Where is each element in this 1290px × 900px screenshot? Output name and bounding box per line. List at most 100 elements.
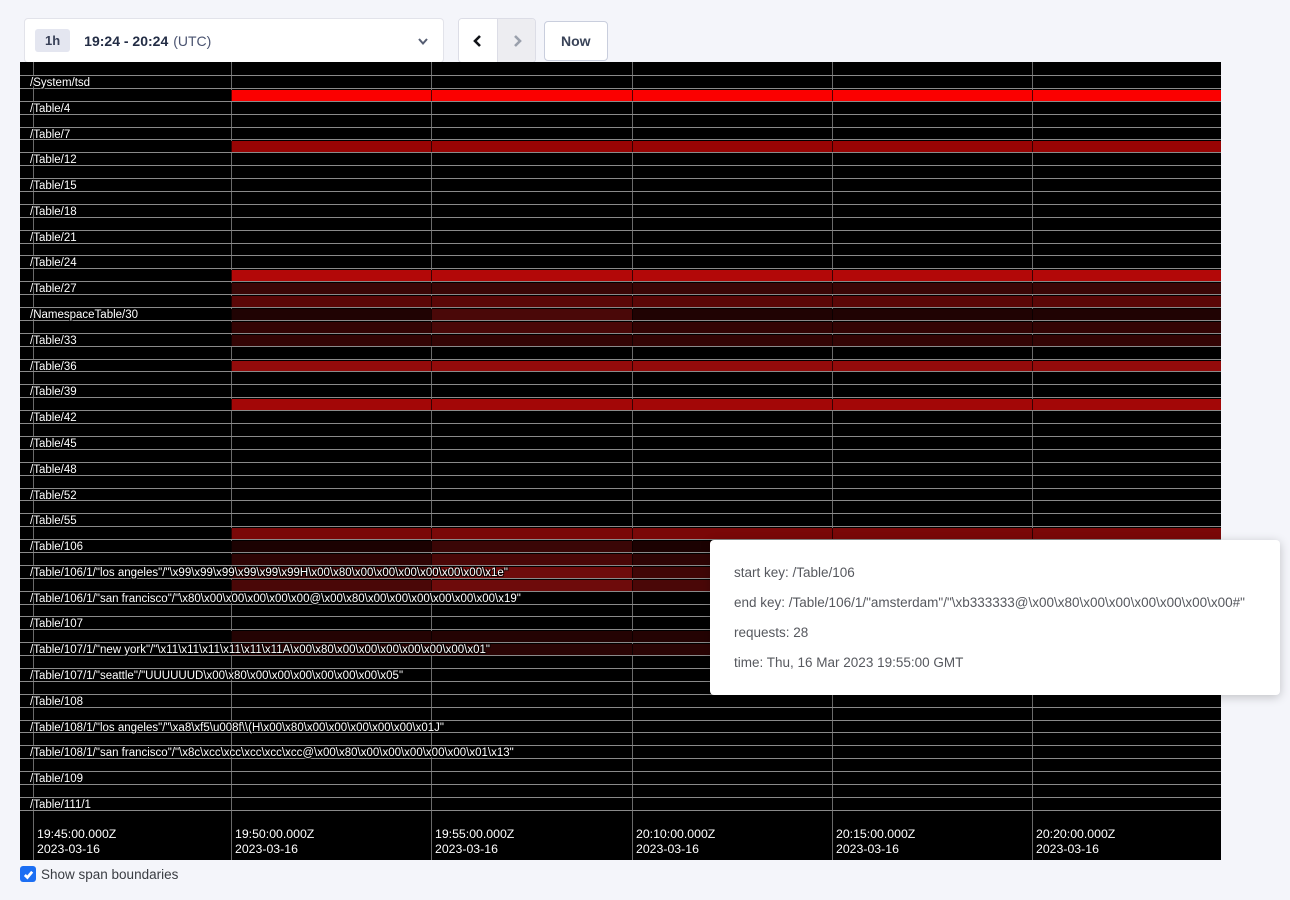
heatmap-band: [1032, 399, 1221, 410]
row-label: /Table/107/1/"new york"/"\x11\x11\x11\x1…: [30, 644, 490, 656]
axis-date: 2023-03-16: [636, 842, 715, 857]
heatmap-row: /Table/33: [20, 333, 1221, 359]
heatmap-subrow: /Table/33: [20, 333, 1221, 346]
heatmap-band: [832, 90, 1032, 101]
row-label: /Table/7: [30, 129, 70, 141]
heatmap-row: /Table/24: [20, 255, 1221, 281]
heatmap-subrow: [20, 475, 1221, 488]
tooltip-time: time: Thu, 16 Mar 2023 19:55:00 GMT: [734, 655, 1256, 670]
heatmap-row: /Table/39: [20, 384, 1221, 410]
heatmap-band: [231, 296, 431, 307]
heatmap-band: [431, 270, 632, 281]
span-boundaries-control: Show span boundaries: [20, 866, 178, 882]
heatmap-row: /Table/45: [20, 436, 1221, 462]
heatmap-band: [832, 335, 1032, 346]
axis-time: 20:15:00.000Z: [836, 827, 915, 842]
heatmap-row: /Table/52: [20, 488, 1221, 514]
heatmap-band: [431, 541, 632, 552]
heatmap-band: [632, 322, 832, 333]
time-range-select[interactable]: 1h 19:24 - 20:24 (UTC): [24, 18, 444, 63]
next-window-button[interactable]: [497, 19, 535, 62]
key-visualizer-canvas[interactable]: /System/tsd/Table/4/Table/7/Table/12/Tab…: [20, 62, 1221, 860]
heatmap-band: [231, 141, 431, 152]
heatmap-band: [431, 335, 632, 346]
axis-time: 20:10:00.000Z: [636, 827, 715, 842]
heatmap-band: [1032, 283, 1221, 294]
row-label: /Table/52: [30, 490, 77, 502]
heatmap-subrow: [20, 320, 1221, 333]
heatmap-subrow: /Table/55: [20, 513, 1221, 526]
heatmap-row: /Table/27: [20, 281, 1221, 307]
heatmap-row: /Table/18: [20, 204, 1221, 230]
heatmap-subrow: /Table/108: [20, 694, 1221, 707]
now-button[interactable]: Now: [544, 21, 608, 61]
time-axis: 19:45:00.000Z2023-03-1619:50:00.000Z2023…: [20, 823, 1221, 860]
heatmap-band: [231, 335, 431, 346]
heatmap-band: [431, 296, 632, 307]
heatmap-band: [632, 296, 832, 307]
tooltip-end-key: end key: /Table/106/1/"amsterdam"/"\xb33…: [734, 595, 1256, 610]
heatmap-band: [231, 322, 431, 333]
heatmap-subrow: [20, 526, 1221, 539]
heatmap-band: [431, 580, 632, 591]
heatmap-row: /Table/21: [20, 230, 1221, 256]
heatmap-row: /System/tsd: [20, 75, 1221, 101]
heatmap-row: /Table/108/1/"san francisco"/"\x8c\xcc\x…: [20, 745, 1221, 771]
heatmap-subrow: [20, 114, 1221, 127]
axis-tick-label: 19:50:00.000Z2023-03-16: [235, 827, 314, 857]
row-label: /Table/15: [30, 180, 77, 192]
heatmap-band: [632, 361, 832, 372]
heatmap-row: /Table/42: [20, 410, 1221, 436]
row-label: /Table/48: [30, 464, 77, 476]
heatmap-band: [231, 554, 431, 565]
axis-date: 2023-03-16: [37, 842, 116, 857]
heatmap-subrow: [20, 500, 1221, 513]
row-label: /Table/42: [30, 412, 77, 424]
heatmap-subrow: [20, 423, 1221, 436]
row-label: /Table/33: [30, 335, 77, 347]
heatmap-subrow: /System/tsd: [20, 75, 1221, 88]
row-label: /Table/24: [30, 257, 77, 269]
row-label: /Table/45: [30, 438, 77, 450]
heatmap-subrow: [20, 758, 1221, 771]
heatmap-subrow: [20, 371, 1221, 384]
show-span-boundaries-label[interactable]: Show span boundaries: [41, 867, 178, 882]
chevron-left-icon: [471, 34, 485, 48]
row-label: /Table/21: [30, 232, 77, 244]
tooltip-start-key: start key: /Table/106: [734, 565, 1256, 580]
heatmap-row: /NamespaceTable/30: [20, 307, 1221, 333]
heatmap-subrow: [20, 243, 1221, 256]
heatmap-band: [632, 335, 832, 346]
heatmap-band: [832, 361, 1032, 372]
heatmap-band: [1032, 296, 1221, 307]
row-label: /Table/106/1/"los angeles"/"\x99\x99\x99…: [30, 567, 508, 579]
heatmap-subrow: /Table/12: [20, 152, 1221, 165]
heatmap-subrow: /Table/27: [20, 281, 1221, 294]
heatmap-band: [832, 270, 1032, 281]
heatmap-row: /Table/48: [20, 462, 1221, 488]
row-label: /Table/106: [30, 541, 83, 553]
heatmap-band: [832, 528, 1032, 539]
heatmap-subrow: /Table/24: [20, 255, 1221, 268]
heatmap-subrow: /Table/42: [20, 410, 1221, 423]
heatmap-subrow: /Table/18: [20, 204, 1221, 217]
heatmap-top-pad: [20, 62, 1221, 75]
axis-tick-label: 19:55:00.000Z2023-03-16: [435, 827, 514, 857]
row-label: /Table/4: [30, 103, 70, 115]
heatmap-subrow: [20, 346, 1221, 359]
range-duration-badge: 1h: [35, 29, 70, 52]
heatmap-band: [231, 361, 431, 372]
show-span-boundaries-checkbox[interactable]: [20, 866, 36, 882]
row-label: /Table/108/1/"san francisco"/"\x8c\xcc\x…: [30, 747, 514, 759]
heatmap-subrow: /Table/7: [20, 127, 1221, 140]
heatmap-band: [1032, 309, 1221, 320]
heatmap-row: /Table/109: [20, 771, 1221, 797]
heatmap-subrow: /Table/45: [20, 436, 1221, 449]
heatmap-band: [1032, 270, 1221, 281]
axis-time: 19:45:00.000Z: [37, 827, 116, 842]
heatmap-band: [431, 322, 632, 333]
heatmap-band: [1032, 335, 1221, 346]
prev-window-button[interactable]: [459, 19, 497, 62]
heatmap-subrow: /Table/109: [20, 771, 1221, 784]
heatmap-band: [632, 399, 832, 410]
